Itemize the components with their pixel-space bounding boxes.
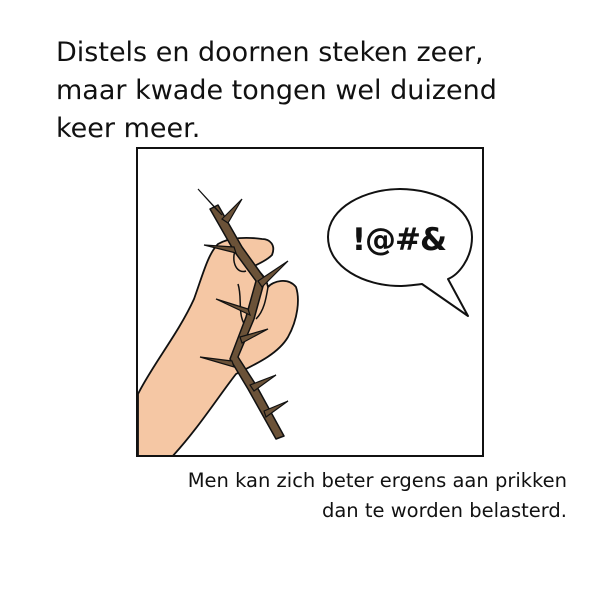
title-line-3: keer meer. <box>56 113 201 144</box>
title-line-1: Distels en doornen steken zeer, <box>56 37 484 68</box>
caption: Men kan zich beter ergens aan prikken da… <box>67 466 567 526</box>
illustration-panel <box>136 147 484 457</box>
caption-line-2: dan te worden belasterd. <box>321 499 567 522</box>
illustration <box>138 188 473 455</box>
speech-bubble-text: !@#& <box>351 222 447 258</box>
caption-line-1: Men kan zich beter ergens aan prikken <box>187 469 567 492</box>
proverb-title: Distels en doornen steken zeer, maar kwa… <box>56 34 576 148</box>
title-line-2: maar kwade tongen wel duizend <box>56 75 497 106</box>
